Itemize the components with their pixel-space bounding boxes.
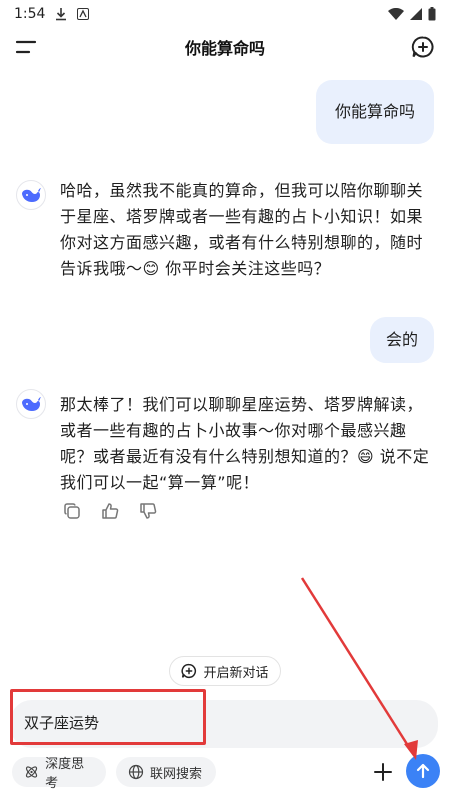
user-message: 你能算命吗 xyxy=(316,80,434,144)
web-search-toggle[interactable]: 联网搜索 xyxy=(116,757,216,787)
globe-icon xyxy=(128,764,144,780)
message-actions xyxy=(62,500,158,522)
new-chat-label: 开启新对话 xyxy=(203,665,269,681)
deep-think-label: 深度思考 xyxy=(45,757,85,791)
battery-icon xyxy=(428,7,436,21)
copy-button[interactable] xyxy=(62,500,82,522)
thumbs-down-icon xyxy=(140,503,157,519)
new-chat-button[interactable] xyxy=(410,34,436,60)
app-notification-icon xyxy=(77,8,90,20)
copy-icon xyxy=(64,503,80,519)
web-search-label: 联网搜索 xyxy=(150,766,203,782)
assistant-message: 哈哈，虽然我不能真的算命，但我可以陪你聊聊关于星座、塔罗牌或者一些有趣的占卜小知… xyxy=(60,181,424,278)
new-chat-pill-button[interactable]: 开启新对话 xyxy=(169,656,281,686)
input-toolbar: 深度思考 联网搜索 xyxy=(0,754,450,791)
send-arrow-icon xyxy=(416,763,430,779)
menu-button[interactable] xyxy=(14,37,38,57)
dislike-button[interactable] xyxy=(138,500,158,522)
new-chat-icon xyxy=(181,663,197,679)
message-input[interactable]: 双子座运势 xyxy=(24,712,99,733)
signal-icon xyxy=(410,8,422,20)
user-message: 会的 xyxy=(370,317,434,363)
message-input-container[interactable]: 双子座运势 xyxy=(10,700,438,748)
assistant-avatar xyxy=(16,180,46,210)
whale-logo-icon xyxy=(22,188,41,202)
atom-icon xyxy=(25,766,38,778)
like-button[interactable] xyxy=(100,500,120,522)
whale-logo-icon xyxy=(22,397,41,411)
plus-icon xyxy=(374,763,392,781)
status-time: 1:54 xyxy=(14,6,46,22)
new-chat-icon xyxy=(411,36,434,58)
attach-button[interactable] xyxy=(370,758,396,786)
assistant-avatar xyxy=(16,389,46,419)
chat-header: 你能算命吗 xyxy=(0,28,450,66)
status-bar: 1:54 xyxy=(0,0,450,28)
send-button[interactable] xyxy=(406,754,440,788)
menu-icon xyxy=(15,40,37,54)
page-title: 你能算命吗 xyxy=(184,39,265,58)
thumbs-up-icon xyxy=(102,503,119,519)
wifi-icon xyxy=(388,8,404,20)
deep-think-toggle[interactable]: 深度思考 xyxy=(12,757,106,791)
assistant-message: 那太棒了！我们可以聊聊星座运势、塔罗牌解读，或者一些有趣的占卜小故事～你对哪个最… xyxy=(60,395,430,492)
download-icon xyxy=(55,7,67,21)
